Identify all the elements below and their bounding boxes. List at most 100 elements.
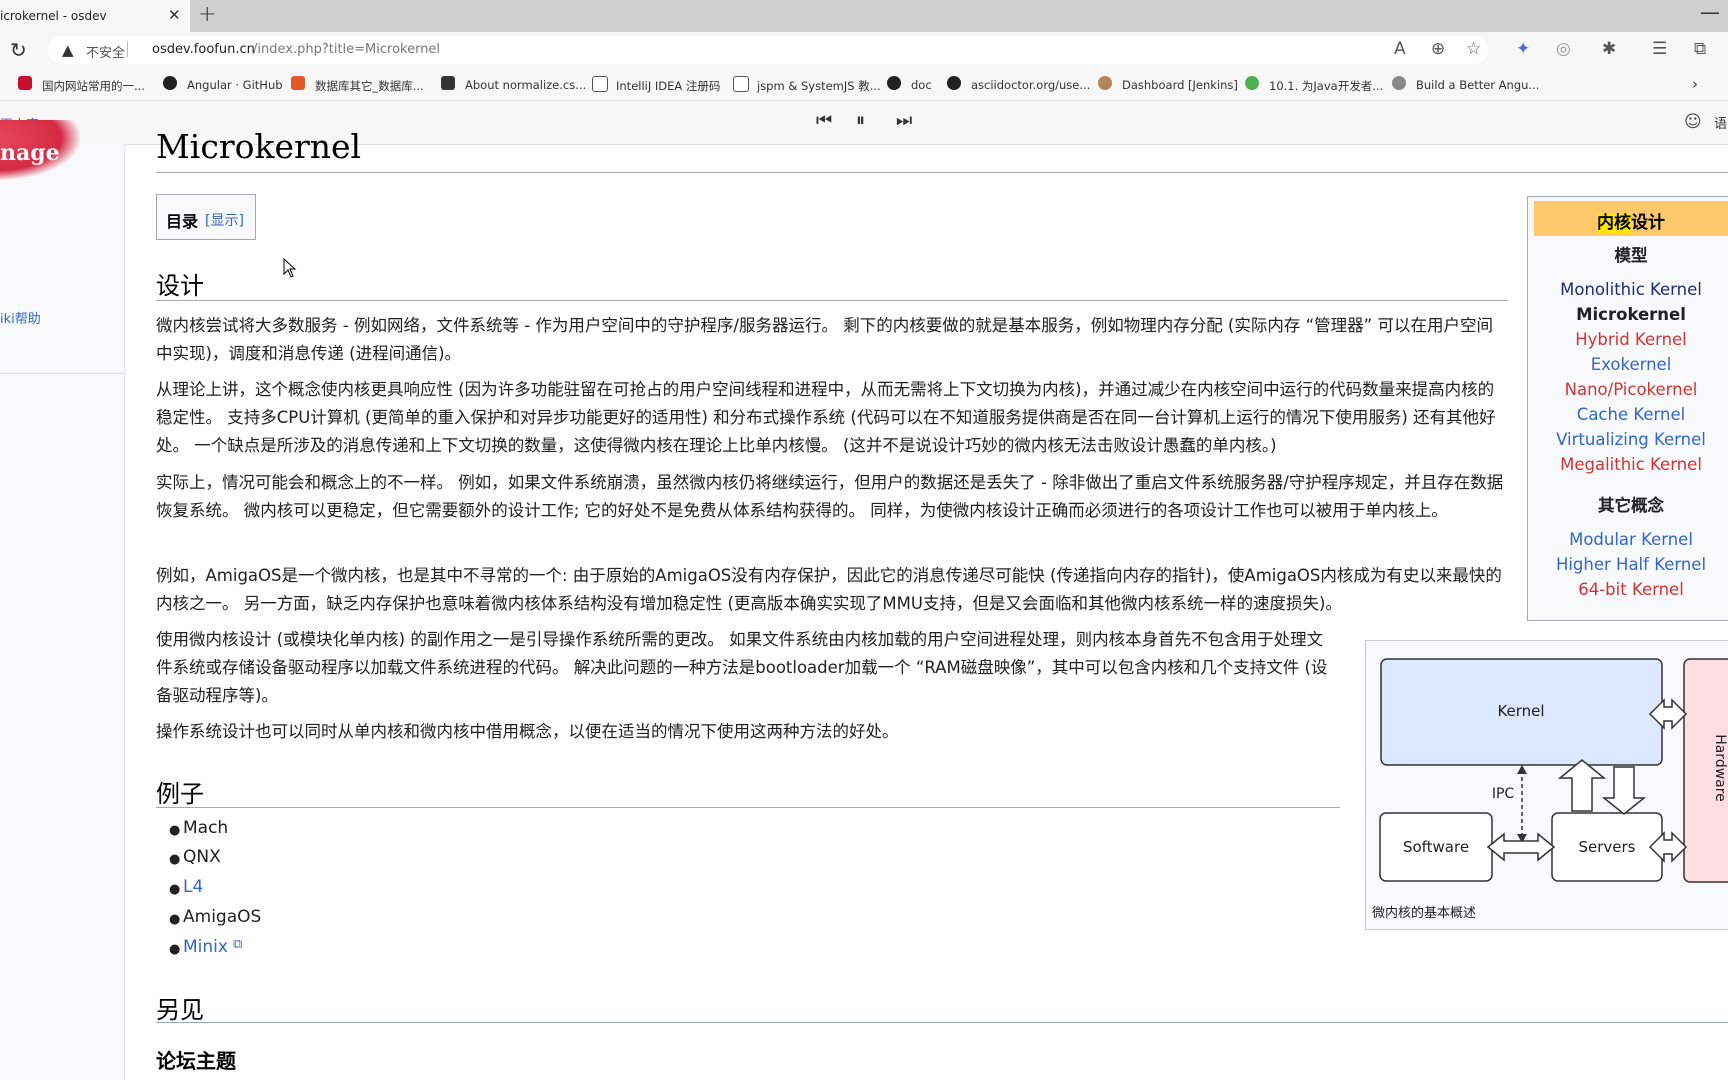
microkernel-diagram[interactable]: Kernel Hardware Software Servers IPC	[1372, 648, 1728, 888]
navbox-other-heading: 其它概念	[1598, 496, 1664, 515]
navbox-title-rest: 设计	[1631, 213, 1665, 233]
bullet-icon: ●	[169, 942, 181, 957]
reload-icon[interactable]: ↻	[10, 38, 27, 62]
navbox-models-heading: 模型	[1614, 246, 1648, 265]
url-divider	[127, 41, 128, 57]
url-path[interactable]: /index.php?title=Microkernel	[253, 42, 440, 57]
section-heading-examples: 例子	[156, 780, 204, 808]
previous-track-icon[interactable]: ⏮	[816, 110, 832, 131]
software-label: Software	[1403, 838, 1469, 856]
navbox-link[interactable]: Higher Half Kernel	[1534, 555, 1728, 574]
sidebar-item-wiki-help[interactable]: iki帮助	[0, 308, 41, 327]
minimize-window-icon[interactable]: —	[1700, 0, 1720, 24]
url-host[interactable]: osdev.foofun.cn	[152, 42, 255, 57]
collections-icon[interactable]: ⧉	[1694, 39, 1706, 59]
section-heading-design: 设计	[156, 272, 204, 300]
diagram-caption: 微内核的基本概述	[1372, 906, 1477, 921]
navbox-link-missing[interactable]: Megalithic Kernel	[1534, 455, 1728, 474]
bookmark-item[interactable]: 国内网站常用的一...	[42, 78, 145, 94]
title-divider	[156, 172, 1728, 173]
bullet-icon: ●	[169, 912, 181, 927]
navbox-link-missing[interactable]: Nano/Picokernel	[1534, 380, 1728, 399]
paragraph: 操作系统设计也可以同时从单内核和微内核中借用概念，以便在适当的情况下使用这两种方…	[156, 722, 899, 741]
bullet-icon: ●	[169, 882, 181, 897]
bookmark-c-icon	[18, 76, 32, 90]
heading-divider	[156, 1022, 1728, 1023]
section-heading-see-also: 另见	[156, 996, 204, 1024]
forum-topics-heading: 论坛主题	[156, 1049, 236, 1073]
bookmark-item[interactable]: Angular · GitHub	[187, 78, 283, 92]
ipc-label: IPC	[1492, 786, 1515, 802]
tab-title[interactable]: icrokernel - osdev	[0, 9, 107, 23]
navbox-title-highlight: 内核	[1597, 213, 1631, 233]
mouse-cursor-icon	[283, 258, 297, 278]
chevron-right-icon[interactable]: ›	[1692, 75, 1698, 93]
security-status[interactable]: 不安全	[86, 42, 125, 61]
paragraph: 微内核尝试将大多数服务 - 例如网络，文件系统等 - 作为用户空间中的守护程序/…	[156, 316, 1493, 363]
jenkins-icon	[1098, 76, 1112, 90]
logo-text[interactable]: nage	[0, 140, 60, 166]
paragraph: 实际上，情况可能会和概念上的不一样。 例如，如果文件系统崩溃，虽然微内核仍将继续…	[156, 473, 1504, 520]
external-link-icon[interactable]: ⧉	[233, 937, 242, 952]
list-item: Mach	[183, 818, 229, 838]
bookmark-item[interactable]: 数据库其它_数据库...	[315, 78, 424, 94]
bookmark-green-icon	[1245, 76, 1259, 90]
servers-label: Servers	[1578, 838, 1635, 856]
new-tab-button[interactable]: +	[198, 2, 216, 27]
extensions-icon[interactable]: ✱	[1602, 39, 1616, 59]
bookmark-item[interactable]: jspm & SystemJS 教...	[757, 78, 881, 94]
list-item: QNX	[183, 847, 221, 867]
bullet-icon: ●	[169, 852, 181, 867]
navbox-link[interactable]: Cache Kernel	[1534, 405, 1728, 424]
next-track-icon[interactable]: ⏭	[896, 110, 912, 131]
page-icon	[592, 76, 608, 92]
list-item: AmigaOS	[183, 907, 262, 927]
paragraph: 使用微内核设计 (或模块化单内核) 的副作用之一是引导操作系统所需的更改。 如果…	[156, 630, 1328, 705]
wiki-sidebar	[0, 144, 125, 1080]
bookmark-normalize-icon	[441, 76, 455, 90]
github-icon	[947, 76, 961, 90]
toc-toggle-link[interactable]: [显示]	[205, 210, 244, 230]
navbox-link-missing[interactable]: Hybrid Kernel	[1534, 330, 1728, 349]
extension-circle-icon[interactable]: ◎	[1556, 39, 1571, 59]
language-button[interactable]: 语	[1714, 113, 1727, 132]
account-icon[interactable]: ☺	[1684, 112, 1702, 132]
bookmark-item[interactable]: IntelliJ IDEA 注册码	[616, 78, 720, 94]
navbox-link[interactable]: Exokernel	[1534, 355, 1728, 374]
warning-icon[interactable]: ▲	[62, 41, 74, 59]
hardware-label: Hardware	[1712, 734, 1728, 802]
pause-icon[interactable]: ⏸	[856, 110, 865, 131]
bookmark-item[interactable]: About normalize.cs...	[465, 78, 586, 92]
navbox-link[interactable]: Modular Kernel	[1534, 530, 1728, 549]
bookmark-item[interactable]: doc	[911, 78, 932, 92]
navbox-link[interactable]: Monolithic Kernel	[1534, 280, 1728, 299]
kernel-label: Kernel	[1497, 702, 1544, 720]
bookmark-item[interactable]: Dashboard [Jenkins]	[1122, 78, 1238, 92]
bookmark-item[interactable]: 10.1. 为Java开发者...	[1269, 78, 1383, 94]
navbox-link-missing[interactable]: 64-bit Kernel	[1534, 580, 1728, 599]
bookmark-db-icon	[291, 76, 305, 90]
favorite-add-icon[interactable]: ☆	[1466, 39, 1481, 59]
read-aloud-icon[interactable]: A	[1394, 39, 1406, 59]
heading-divider	[156, 807, 1340, 808]
paragraph: 例如，AmigaOS是一个微内核，也是其中不寻常的一个: 由于原始的AmigaO…	[156, 566, 1502, 613]
zoom-icon[interactable]: ⊕	[1431, 39, 1445, 59]
bookmark-item[interactable]: asciidoctor.org/use...	[971, 78, 1090, 92]
tab-strip	[0, 0, 1728, 32]
ipc-arrow-up	[1517, 765, 1527, 774]
navbox-current: Microkernel	[1576, 305, 1686, 324]
toc-title: 目录	[166, 212, 199, 231]
navbox-title[interactable]: 内核设计	[1534, 208, 1728, 233]
paragraph: 从理论上讲，这个概念使内核更具响应性 (因为许多功能驻留在可抢占的用户空间线程和…	[156, 380, 1496, 455]
close-tab-icon[interactable]: ✕	[168, 6, 181, 24]
bullet-icon: ●	[169, 823, 181, 838]
github-icon	[163, 76, 177, 90]
list-item-link[interactable]: Minix	[183, 937, 228, 957]
kernel-to-servers-arrow	[1601, 766, 1647, 815]
extension-bird-icon[interactable]: ✦	[1516, 39, 1530, 59]
heading-divider	[156, 300, 1508, 301]
list-item-link[interactable]: L4	[183, 877, 203, 897]
navbox-link[interactable]: Virtualizing Kernel	[1534, 430, 1728, 449]
bookmark-item[interactable]: Build a Better Angu...	[1416, 78, 1539, 92]
favorites-icon[interactable]: ☰	[1652, 39, 1667, 59]
